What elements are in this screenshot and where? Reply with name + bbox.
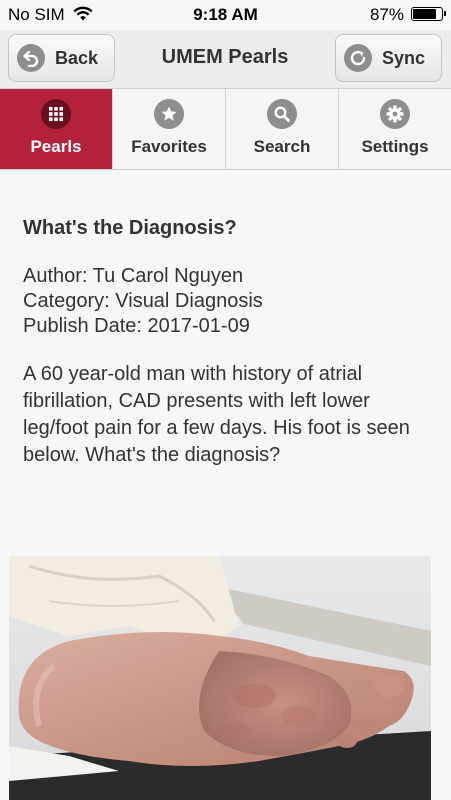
- gear-icon: [380, 99, 410, 129]
- pearl-category: Category: Visual Diagnosis: [23, 290, 263, 312]
- star-icon: [154, 99, 184, 129]
- pearl-content: What's the Diagnosis? Author: Tu Carol N…: [23, 170, 433, 469]
- status-bar: No SIM 9:18 AM 87%: [0, 0, 451, 30]
- refresh-icon: [344, 44, 372, 72]
- tab-settings[interactable]: Settings: [339, 89, 451, 169]
- back-button[interactable]: Back: [8, 34, 115, 82]
- tab-settings-label: Settings: [361, 137, 429, 156]
- pearl-author: Author: Tu Carol Nguyen: [23, 265, 244, 287]
- search-icon: [267, 99, 297, 129]
- tab-favorites-label: Favorites: [131, 137, 207, 156]
- grid-icon: [41, 99, 71, 129]
- navigation-bar: Back UMEM Pearls Sync: [0, 30, 451, 89]
- pearl-foot-photo: [9, 556, 431, 800]
- pearl-title: What's the Diagnosis?: [23, 217, 237, 239]
- pearl-publish-date: Publish Date: 2017-01-09: [23, 315, 250, 337]
- back-arrow-icon: [17, 44, 45, 72]
- tab-search-label: Search: [253, 137, 311, 156]
- tab-search[interactable]: Search: [226, 89, 339, 169]
- pearl-body: A 60 year-old man with history of atrial…: [23, 363, 410, 466]
- tab-bar: Pearls Favorites Search Settings: [0, 89, 451, 170]
- tab-pearls-label: Pearls: [30, 137, 82, 156]
- tab-pearls[interactable]: Pearls: [0, 89, 113, 169]
- battery-icon: [411, 7, 446, 21]
- pearl-meta: Author: Tu Carol Nguyen Category: Visual…: [23, 264, 433, 339]
- tab-favorites[interactable]: Favorites: [113, 89, 226, 169]
- battery-percent: 87%: [369, 5, 404, 24]
- sync-button[interactable]: Sync: [335, 34, 442, 82]
- sync-label: Sync: [382, 47, 426, 68]
- page-title: UMEM Pearls: [161, 46, 289, 68]
- back-label: Back: [55, 47, 99, 68]
